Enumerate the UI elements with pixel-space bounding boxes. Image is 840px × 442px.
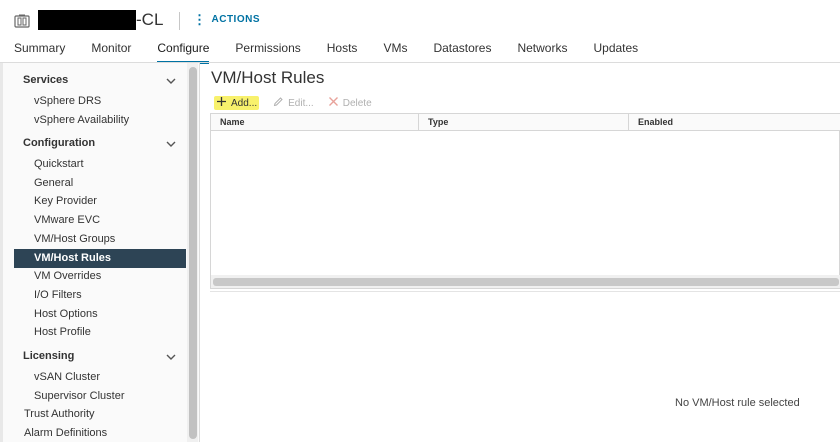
delete-label: Delete xyxy=(342,97,372,109)
column-header-name[interactable]: Name xyxy=(211,114,419,131)
sidebar-item-vm-host-groups[interactable]: VM/Host Groups xyxy=(14,230,186,249)
chevron-down-icon[interactable] xyxy=(165,350,177,362)
object-title: -CL xyxy=(136,10,164,29)
tab-datastores[interactable]: Datastores xyxy=(433,38,491,62)
tab-monitor[interactable]: Monitor xyxy=(91,38,131,62)
sidebar-item-vm-overrides[interactable]: VM Overrides xyxy=(14,267,186,286)
grid-header: Name Type Enabled xyxy=(211,114,840,131)
actions-label: ACTIONS xyxy=(211,14,260,25)
sidebar-item-vsphere-drs[interactable]: vSphere DRS xyxy=(14,92,186,111)
page-title: VM/Host Rules xyxy=(211,68,325,87)
chevron-down-icon[interactable] xyxy=(165,74,177,86)
sidebar-scrollbar[interactable] xyxy=(187,63,198,442)
vertical-dots-icon: ⋮ xyxy=(193,12,207,27)
tab-hosts[interactable]: Hosts xyxy=(327,38,358,62)
empty-selection-message: No VM/Host rule selected xyxy=(675,397,800,409)
sidebar-group-licensing[interactable]: Licensing xyxy=(23,349,74,363)
rules-toolbar: Add... Edit... Delete xyxy=(214,96,386,110)
redacted-object-name xyxy=(38,10,136,30)
delete-button[interactable]: Delete xyxy=(328,96,372,110)
sidebar-item-quickstart[interactable]: Quickstart xyxy=(14,155,186,174)
tab-vms[interactable]: VMs xyxy=(383,38,407,62)
sidebar-group-services[interactable]: Services xyxy=(23,73,68,87)
edit-button[interactable]: Edit... xyxy=(273,96,314,110)
sidebar-item-host-profile[interactable]: Host Profile xyxy=(14,323,186,342)
actions-button[interactable]: ⋮ ACTIONS xyxy=(193,12,260,28)
tab-summary[interactable]: Summary xyxy=(14,38,65,62)
pencil-icon xyxy=(273,96,284,110)
add-button[interactable]: Add... xyxy=(214,96,260,110)
sidebar-item-trust-authority[interactable]: Trust Authority xyxy=(14,405,186,424)
sidebar-item-io-filters[interactable]: I/O Filters xyxy=(14,286,186,305)
tab-updates[interactable]: Updates xyxy=(593,38,638,62)
tab-permissions[interactable]: Permissions xyxy=(235,38,300,62)
sidebar-edge xyxy=(0,63,3,442)
sidebar-scroll-thumb[interactable] xyxy=(189,67,197,439)
sidebar-item-vm-host-rules[interactable]: VM/Host Rules xyxy=(14,249,186,268)
column-header-enabled[interactable]: Enabled xyxy=(629,114,840,131)
sidebar-item-supervisor-cluster[interactable]: Supervisor Cluster xyxy=(14,387,186,406)
cluster-icon xyxy=(14,14,30,28)
configure-sidebar: Services vSphere DRS vSphere Availabilit… xyxy=(0,63,200,442)
header-divider xyxy=(179,12,180,30)
detail-divider xyxy=(210,291,840,292)
object-tabs: Summary Monitor Configure Permissions Ho… xyxy=(0,38,650,64)
rules-grid: Name Type Enabled xyxy=(210,113,840,289)
sidebar-item-general[interactable]: General xyxy=(14,174,186,193)
tab-networks[interactable]: Networks xyxy=(517,38,567,62)
chevron-down-icon[interactable] xyxy=(165,137,177,149)
add-label: Add... xyxy=(231,97,258,109)
grid-scroll-thumb[interactable] xyxy=(213,278,839,286)
sidebar-group-configuration[interactable]: Configuration xyxy=(23,136,95,150)
sidebar-item-vmware-evc[interactable]: VMware EVC xyxy=(14,211,186,230)
delete-x-icon xyxy=(328,96,339,110)
sidebar-item-vsan-cluster[interactable]: vSAN Cluster xyxy=(14,368,186,387)
sidebar-item-alarm-definitions[interactable]: Alarm Definitions xyxy=(14,424,186,442)
column-header-type[interactable]: Type xyxy=(419,114,629,131)
tab-configure[interactable]: Configure xyxy=(157,38,210,64)
edit-label: Edit... xyxy=(288,97,314,109)
sidebar-item-key-provider[interactable]: Key Provider xyxy=(14,192,186,211)
plus-icon xyxy=(216,96,227,110)
sidebar-item-vsphere-availability[interactable]: vSphere Availability xyxy=(14,111,186,130)
sidebar-item-host-options[interactable]: Host Options xyxy=(14,305,186,324)
